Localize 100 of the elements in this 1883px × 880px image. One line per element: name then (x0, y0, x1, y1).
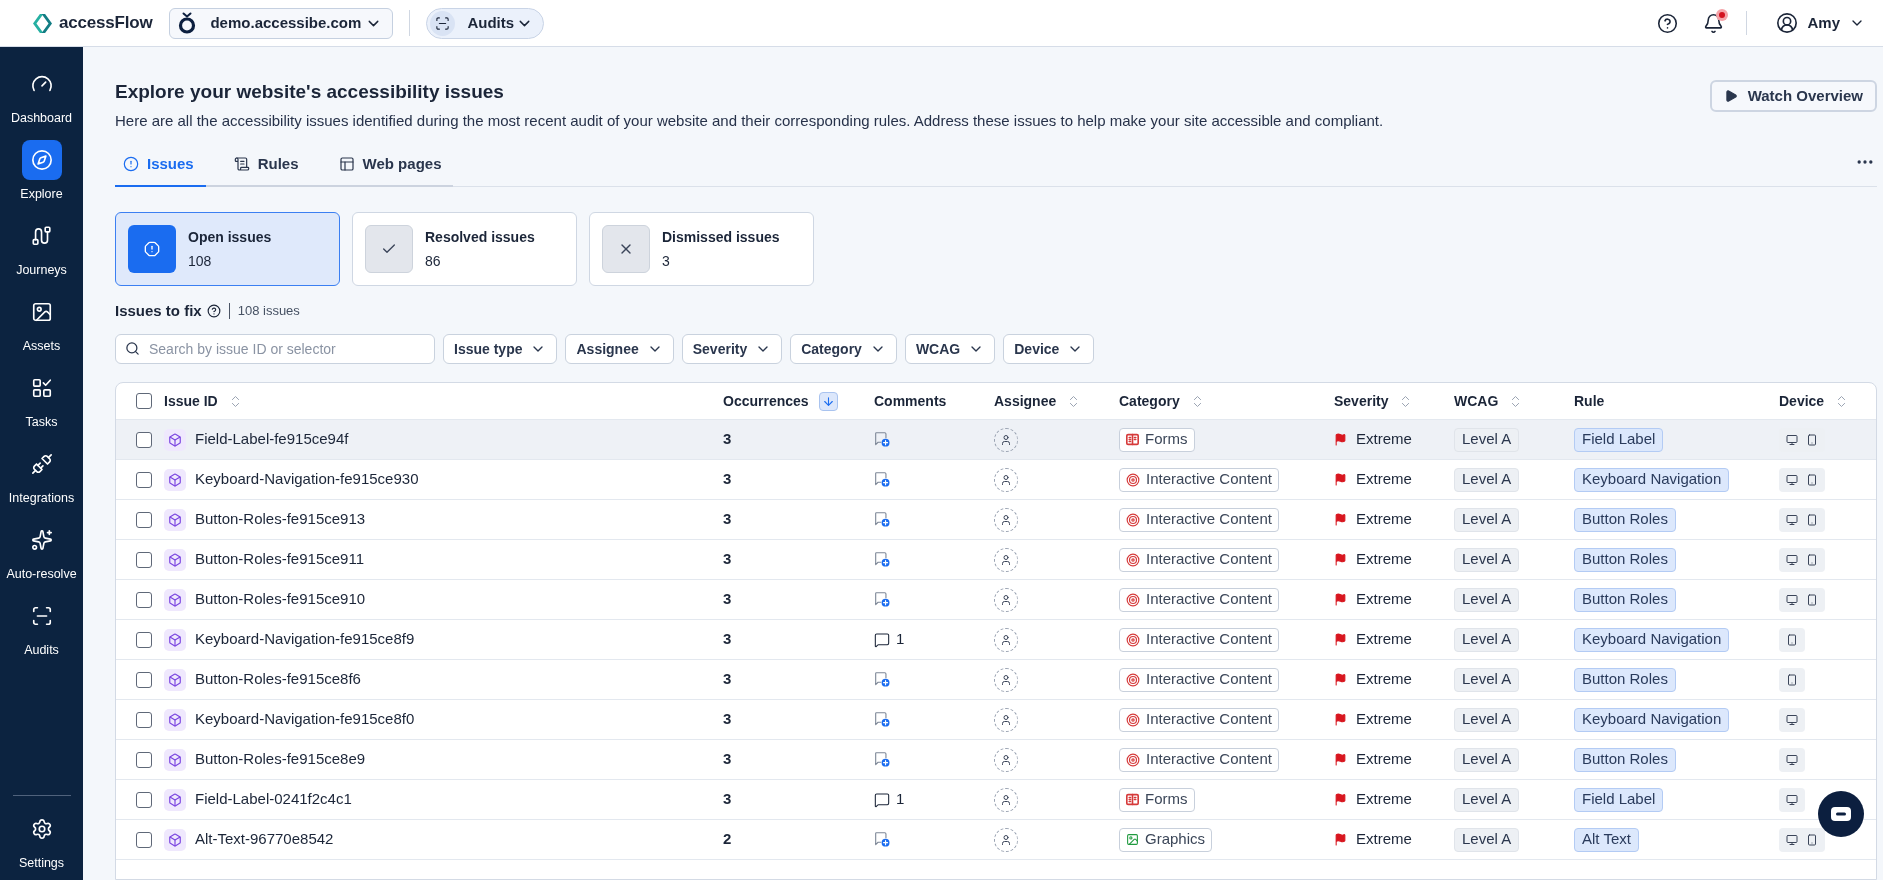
issue-id[interactable]: Keyboard-Navigation-fe915ce8f0 (195, 708, 415, 731)
compass-icon (21, 140, 62, 180)
column-header: Category (1119, 391, 1180, 411)
row-checkbox[interactable] (136, 831, 152, 848)
severity-label: Extreme (1356, 429, 1412, 450)
sidebar-item[interactable]: Journeys (0, 216, 83, 278)
target-icon (1126, 552, 1140, 567)
help-icon[interactable] (1657, 12, 1679, 34)
add-comment-icon[interactable] (874, 752, 890, 767)
sparkles-icon (30, 529, 53, 551)
brand-name: accessFlow (59, 12, 153, 35)
category-label: Interactive Content (1146, 589, 1272, 610)
rule-tag: Alt Text (1574, 827, 1639, 852)
help-icon[interactable] (206, 304, 221, 318)
filter-dropdown[interactable]: Assignee (565, 334, 674, 364)
category-label: Graphics (1145, 829, 1206, 850)
sidebar-item[interactable]: Integrations (0, 444, 83, 506)
occurrence-count: 3 (723, 629, 732, 650)
row-checkbox[interactable] (136, 631, 152, 648)
add-comment-icon[interactable] (874, 832, 890, 847)
add-comment-icon[interactable] (874, 472, 890, 487)
sort-descending-button[interactable] (818, 391, 838, 411)
sidebar-item[interactable]: Assets (0, 292, 83, 354)
issue-id[interactable]: Button-Roles-fe915ce911 (195, 548, 364, 571)
severity-label: Extreme (1356, 829, 1412, 850)
add-comment-icon[interactable] (874, 512, 890, 527)
category-label: Interactive Content (1146, 749, 1272, 770)
row-checkbox[interactable] (136, 591, 152, 608)
filter-dropdown[interactable]: Device (1003, 334, 1095, 364)
add-comment-icon[interactable] (874, 712, 890, 727)
filter-dropdown[interactable]: Issue type (443, 334, 558, 364)
issue-id[interactable]: Button-Roles-fe915ce8f6 (195, 668, 361, 691)
page-description: Here are all the accessibility issues identified during the most recent audit of your website and their corresponding rules. Address these issues to help make your site accessible and compliant. (115, 111, 1384, 131)
issue-id[interactable]: Field-Label-0241f2c4c1 (195, 788, 352, 811)
issue-id[interactable]: Button-Roles-fe915ce913 (195, 508, 366, 531)
add-comment-icon[interactable] (874, 432, 890, 447)
flag-icon (1334, 593, 1347, 606)
card-count: 86 (425, 252, 442, 270)
row-checkbox[interactable] (136, 711, 152, 728)
sidebar-item[interactable]: Settings (0, 809, 83, 871)
issue-id[interactable]: Keyboard-Navigation-fe915ce8f9 (195, 628, 415, 651)
column-header: Severity (1334, 391, 1389, 411)
watch-overview-button[interactable]: Watch Overview (1709, 80, 1877, 112)
occurrence-count: 3 (723, 789, 732, 810)
table-row[interactable]: Field-Label-fe915ce94f 3 Forms Extreme Level A Field Label (116, 419, 1876, 459)
section-selector[interactable]: Audits (426, 7, 545, 39)
section-title: Issues to fix (115, 300, 202, 321)
user-menu-button[interactable]: Amy (1776, 11, 1865, 35)
comment-icon[interactable] (874, 791, 890, 808)
row-checkbox[interactable] (136, 551, 152, 568)
form-icon (1126, 793, 1139, 806)
cube-icon (164, 468, 186, 491)
severity-label: Extreme (1356, 589, 1412, 610)
comment-icon[interactable] (874, 631, 890, 648)
add-comment-icon[interactable] (874, 672, 890, 687)
issue-id[interactable]: Field-Label-fe915ce94f (195, 428, 349, 451)
tab[interactable]: Web pages (330, 143, 454, 187)
filter-dropdown[interactable]: Category (790, 334, 897, 364)
filter-dropdown[interactable]: WCAG (904, 334, 996, 364)
summary-card[interactable]: Resolved issues 86 (352, 212, 577, 286)
row-checkbox[interactable] (136, 791, 152, 808)
summary-card[interactable]: Open issues 108 (115, 212, 340, 286)
document-icon (233, 156, 250, 172)
row-checkbox[interactable] (136, 671, 152, 688)
occurrence-count: 3 (723, 549, 732, 570)
occurrence-count: 2 (723, 829, 732, 850)
occurrence-count: 3 (723, 509, 732, 530)
sidebar-item[interactable]: Auto-resolve (0, 520, 83, 582)
issue-id[interactable]: Button-Roles-fe915ce910 (195, 588, 366, 611)
cube-icon (164, 548, 186, 571)
add-comment-icon[interactable] (874, 552, 890, 567)
notifications-button[interactable] (1703, 12, 1725, 34)
category-label: Interactive Content (1146, 549, 1272, 570)
tab[interactable]: Rules (225, 143, 311, 187)
sidebar-item[interactable]: Dashboard (0, 64, 83, 126)
sidebar-item[interactable]: Audits (0, 596, 83, 658)
gear-icon (30, 818, 53, 840)
phone-icon (1806, 513, 1818, 526)
close-icon (602, 225, 650, 273)
summary-card[interactable]: Dismissed issues 3 (589, 212, 814, 286)
issue-id[interactable]: Keyboard-Navigation-fe915ce930 (195, 468, 419, 491)
filter-dropdown[interactable]: Severity (681, 334, 783, 364)
search-field[interactable]: Search by issue ID or selector (115, 334, 435, 364)
row-checkbox[interactable] (136, 751, 152, 768)
select-all-checkbox[interactable] (136, 393, 152, 409)
column-header: Occurrences (723, 391, 809, 411)
add-comment-icon[interactable] (874, 592, 890, 607)
target-icon (1126, 632, 1140, 647)
issue-id[interactable]: Button-Roles-fe915ce8e9 (195, 748, 366, 771)
wcag-level-tag: Level A (1454, 707, 1520, 732)
tab[interactable]: Issues (115, 143, 206, 187)
column-header: Issue ID (164, 391, 218, 411)
issue-id[interactable]: Alt-Text-96770e8542 (195, 828, 334, 851)
sidebar-item[interactable]: Tasks (0, 368, 83, 430)
row-checkbox[interactable] (136, 511, 152, 528)
row-checkbox[interactable] (136, 431, 152, 448)
sidebar-item[interactable]: Explore (0, 140, 83, 202)
arrow-down-icon (821, 394, 835, 408)
site-selector[interactable]: demo.accessibe.com (169, 7, 394, 39)
row-checkbox[interactable] (136, 471, 152, 488)
